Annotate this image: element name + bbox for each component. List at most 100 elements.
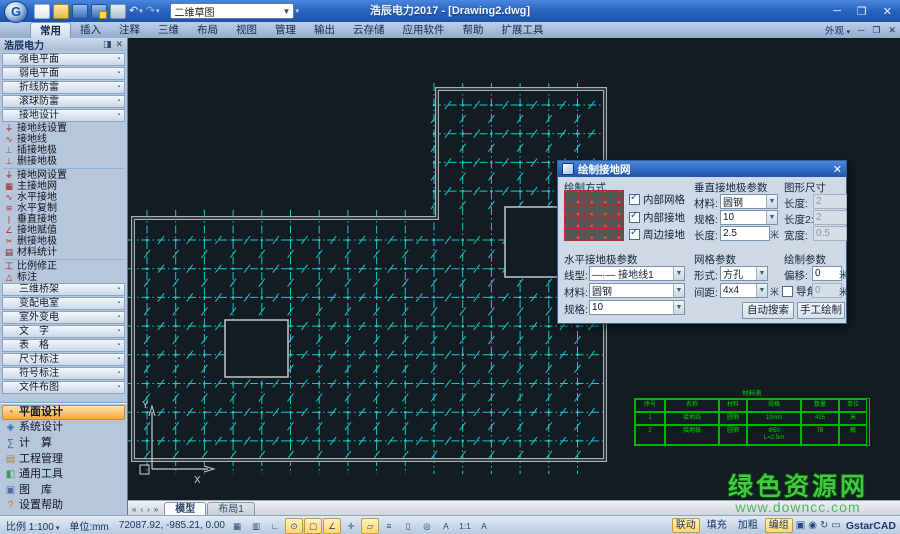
vertical-length-input[interactable]: 2.5 [720, 226, 770, 241]
sidebar-category-符号标注[interactable]: 符号标注▪ [2, 367, 125, 380]
sidebar-category-接地设计[interactable]: 接地设计▪ [2, 109, 125, 122]
sidebar-category-三维桥架[interactable]: 三维桥架▪ [2, 283, 125, 296]
undo-icon[interactable]: ↶ [129, 4, 138, 18]
sidebar-item-接地赋值[interactable]: ∠接地赋值 [0, 225, 127, 236]
sidebar-category-滚球防雷[interactable]: 滚球防雷▪ [2, 95, 125, 108]
ribbon-tab-扩展工具[interactable]: 扩展工具 [493, 22, 553, 38]
ribbon-tab-帮助[interactable]: 帮助 [454, 22, 493, 38]
ribbon-tab-布局[interactable]: 布局 [188, 22, 227, 38]
ducs-toggle[interactable]: ✛ [342, 518, 360, 534]
vertical-spec-select[interactable]: 10▼ [720, 210, 778, 225]
annotation-toggle[interactable]: A [437, 518, 455, 534]
dialog-close-icon[interactable]: ✕ [833, 163, 842, 176]
grid-toggle[interactable]: ▥ [247, 518, 265, 534]
dialog-title-bar[interactable]: 绘制接地网 ✕ [558, 161, 846, 177]
dyn-toggle[interactable]: ▱ [361, 518, 379, 534]
sidebar-item-删接地极[interactable]: ✂删接地极 [0, 236, 127, 247]
first-tab-button[interactable]: « [132, 505, 136, 514]
sidebar-item-接地网设置[interactable]: ⏚接地网设置 [0, 170, 127, 181]
restore-button[interactable]: ❐ [857, 5, 867, 18]
ribbon-tab-视图[interactable]: 视图 [227, 22, 266, 38]
sidebar-item-垂直接地[interactable]: |垂直接地 [0, 214, 127, 225]
mode-item-设置帮助[interactable]: ?设置帮助 [2, 498, 125, 514]
save-as-icon[interactable] [91, 4, 107, 19]
redo-dropdown-icon[interactable]: ▾ [156, 7, 160, 15]
sidebar-category-表 格[interactable]: 表 格▪ [2, 339, 125, 352]
close-icon[interactable]: ✕ [115, 39, 123, 50]
open-file-icon[interactable] [53, 4, 69, 19]
layout-tab-模型[interactable]: 模型 [164, 502, 206, 516]
toggle-联动[interactable]: 联动 [672, 518, 700, 533]
annoscale-indicator[interactable]: 1:1 [456, 518, 474, 534]
perimeter-ground-checkbox[interactable] [629, 229, 640, 240]
horizontal-material-select[interactable]: 圆钢▼ [589, 283, 685, 298]
auto-search-button[interactable]: 自动搜索 [742, 302, 794, 319]
sidebar-item-比例修正[interactable]: 工比例修正 [0, 261, 127, 272]
last-tab-button[interactable]: » [154, 505, 158, 514]
undo-dropdown-icon[interactable]: ▾ [139, 7, 143, 15]
workspace-select[interactable]: 二维草图 ▼ [170, 3, 294, 19]
toggle-编组[interactable]: 编组 [765, 518, 793, 533]
minimize-button[interactable]: ─ [833, 5, 841, 17]
inner-grid-checkbox[interactable] [629, 194, 640, 205]
sidebar-category-折线防雷[interactable]: 折线防雷▪ [2, 81, 125, 94]
sidebar-item-插接地极[interactable]: ⊥插接地极 [0, 145, 127, 156]
prev-tab-button[interactable]: ‹ [140, 505, 143, 514]
chamfer-checkbox[interactable] [782, 286, 793, 297]
sidebar-category-弱电平面[interactable]: 弱电平面▪ [2, 67, 125, 80]
layout-tab-布局1[interactable]: 布局1 [207, 502, 255, 516]
sidebar-category-文件布图[interactable]: 文件布图▪ [2, 381, 125, 394]
cycling-toggle[interactable]: ◎ [418, 518, 436, 534]
mode-item-计 算[interactable]: ∑计 算 [2, 436, 125, 452]
doc-minimize-button[interactable]: ─ [858, 25, 864, 35]
lineweight-toggle[interactable]: ≡ [380, 518, 398, 534]
ribbon-tab-云存储[interactable]: 云存储 [344, 22, 394, 38]
ribbon-tab-管理[interactable]: 管理 [266, 22, 305, 38]
sidebar-category-文 字[interactable]: 文 字▪ [2, 325, 125, 338]
sidebar-item-材料统计[interactable]: ▤材料统计 [0, 247, 127, 258]
sidebar-item-删接地极[interactable]: ⊥删接地极 [0, 156, 127, 167]
grid-spacing-select[interactable]: 4x4▼ [720, 283, 768, 298]
inner-ground-checkbox[interactable] [629, 212, 640, 223]
appearance-dropdown[interactable]: 外观 ▾ [825, 23, 850, 37]
otrack-toggle[interactable]: ∠ [323, 518, 341, 534]
save-icon[interactable] [72, 4, 88, 19]
offset-input[interactable]: 0 [812, 266, 842, 281]
linetype-select[interactable]: —·— 接地线1▼ [589, 266, 685, 281]
new-file-icon[interactable] [34, 4, 50, 19]
mode-item-通用工具[interactable]: ◧通用工具 [2, 467, 125, 483]
ribbon-tab-插入[interactable]: 插入 [71, 22, 110, 38]
doc-restore-button[interactable]: ❐ [872, 25, 880, 36]
print-icon[interactable] [110, 4, 126, 19]
polar-toggle[interactable]: ⊙ [285, 518, 303, 534]
mode-item-工程管理[interactable]: ▤工程管理 [2, 452, 125, 468]
sidebar-category-尺寸标注[interactable]: 尺寸标注▪ [2, 353, 125, 366]
ribbon-tab-输出[interactable]: 输出 [305, 22, 344, 38]
ribbon-tab-三维[interactable]: 三维 [149, 22, 188, 38]
manual-draw-button[interactable]: 手工绘制 [797, 302, 845, 319]
sidebar-category-室外变电[interactable]: 室外变电▪ [2, 311, 125, 324]
ribbon-tab-常用[interactable]: 常用 [30, 22, 71, 38]
sidebar-category-变配电室[interactable]: 变配电室▪ [2, 297, 125, 310]
sidebar-item-标注[interactable]: △标注 [0, 272, 127, 283]
mode-item-系统设计[interactable]: ◈系统设计 [2, 420, 125, 436]
sync-icon[interactable]: ↻ [820, 520, 828, 531]
doc-close-button[interactable]: ✕ [888, 25, 896, 36]
quickprop-toggle[interactable]: ▯ [399, 518, 417, 534]
bulb-icon[interactable]: ◉ [808, 520, 817, 531]
ribbon-tab-注释[interactable]: 注释 [110, 22, 149, 38]
grid-form-select[interactable]: 方孔▼ [720, 266, 768, 281]
toggle-填充[interactable]: 填充 [703, 518, 731, 533]
pin-icon[interactable]: ◨ [103, 39, 112, 50]
mode-item-图 库[interactable]: ▣图 库 [2, 483, 125, 499]
snap-toggle[interactable]: ▦ [228, 518, 246, 534]
sidebar-item-水平接地[interactable]: ∿水平接地 [0, 192, 127, 203]
sidebar-category-强电平面[interactable]: 强电平面▪ [2, 53, 125, 66]
osnap-toggle[interactable]: ▢ [304, 518, 322, 534]
fullscreen-icon[interactable]: ▭ [831, 520, 840, 531]
sidebar-item-接地线设置[interactable]: ⏚接地线设置 [0, 123, 127, 134]
ribbon-tab-应用软件[interactable]: 应用软件 [394, 22, 454, 38]
scale-dropdown[interactable]: 比例 1:100▾ [6, 518, 59, 533]
annoauto-toggle[interactable]: A [475, 518, 493, 534]
sidebar-item-水平复制[interactable]: ≋水平复制 [0, 203, 127, 214]
